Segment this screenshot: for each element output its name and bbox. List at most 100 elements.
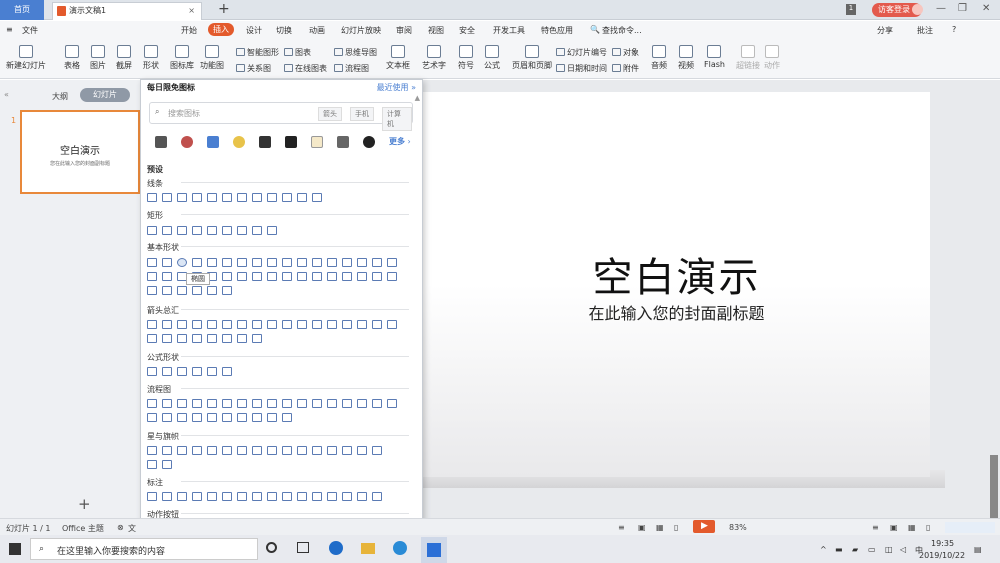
tag-phone[interactable]: 手机 [350,107,374,121]
smart-art-button[interactable]: 智能图形 [236,47,279,58]
shape-row-arrows-1[interactable] [147,320,402,332]
free-icon-1[interactable] [155,136,167,148]
shape-row-basic-1[interactable] [147,258,402,270]
scrollbar[interactable] [990,455,998,518]
formula-button[interactable]: 公式 [484,45,500,71]
tab-home[interactable]: 首页 [0,0,44,20]
tag-computer[interactable]: 计算机 [382,107,412,131]
shape-row-formula[interactable] [147,367,237,379]
symbol-button[interactable]: 符号 [458,45,474,71]
menu-view[interactable]: 视图 [428,25,444,36]
relation-button[interactable]: 关系图 [236,63,271,74]
recent-link[interactable]: 最近使用 » [377,82,416,93]
textbox-button[interactable]: 文本框 [386,45,410,71]
table-button[interactable]: 表格 [64,45,80,71]
menu-start[interactable]: 开始 [181,25,197,36]
action-button[interactable]: 动作 [764,45,780,71]
tray-arrow-icon[interactable]: ^ [820,545,827,554]
reading-view-icon[interactable]: ▯ [674,523,678,532]
screenshot-button[interactable]: 截屏 [116,45,132,71]
close-icon[interactable]: × [188,3,195,19]
header-footer-button[interactable]: 页眉和页脚 [512,45,552,71]
shape-row-rect[interactable] [147,226,282,238]
shape-button[interactable]: 形状 [143,45,159,71]
collapse-icon[interactable]: « [4,90,9,99]
slide-number-button[interactable]: 幻灯片编号 [556,47,607,58]
panel-scroll-icon[interactable]: ▲ [415,94,420,102]
bulb-icon[interactable] [233,136,245,148]
menu-insert[interactable]: 插入 [208,23,234,36]
datetime-button[interactable]: 日期和时间 [556,63,607,74]
anvil-icon[interactable] [285,136,297,148]
notes-icon[interactable]: ≡ [618,523,625,532]
minimize-icon[interactable]: — [936,3,946,14]
slide-thumbnail[interactable]: 空白演示 您在此输入您的封面副标题 [20,110,140,194]
hyperlink-button[interactable]: 超链接 [736,45,760,71]
object-button[interactable]: 对象 [612,47,639,58]
maximize-icon[interactable]: ❐ [958,3,967,14]
sorter-view-icon-2[interactable]: ▦ [908,523,916,532]
sorter-view-icon[interactable]: ▦ [656,523,664,532]
icon-library-button[interactable]: 图标库 [170,45,194,71]
command-search[interactable]: 查找命令... [602,25,642,36]
flag-icon[interactable] [207,136,219,148]
taskbar-search[interactable]: ⌕ 在这里输入你要搜索的内容 [30,538,258,560]
new-tab-button[interactable]: + [218,1,230,17]
audio-button[interactable]: 音频 [651,45,667,71]
tag-arrow[interactable]: 箭头 [318,107,342,121]
shape-row-callouts[interactable] [147,492,387,504]
video-button[interactable]: 视频 [678,45,694,71]
slide-title[interactable]: 空白演示 [423,245,930,303]
menu-slideshow[interactable]: 幻灯片放映 [341,25,381,36]
shape-row-lines[interactable] [147,193,327,205]
wordart-button[interactable]: 艺术字 [422,45,446,71]
shape-row-stars-1[interactable] [147,446,387,458]
shape-row-stars-2[interactable] [147,460,177,472]
cortana-icon[interactable] [266,542,277,553]
normal-view-icon[interactable]: ▣ [638,523,646,532]
share-button[interactable]: 分享 [877,25,893,36]
menu-features[interactable]: 特色应用 [541,25,573,36]
tray-icon-2[interactable]: ▰ [852,545,858,554]
help-icon[interactable]: ? [952,25,956,34]
more-link[interactable]: 更多 › [389,136,419,148]
shape-row-flow-1[interactable] [147,399,402,411]
pie-icon[interactable] [181,136,193,148]
mindmap-button[interactable]: 思维导图 [334,47,377,58]
wps-taskbar-item[interactable] [421,537,447,563]
edge-icon[interactable] [329,541,343,555]
icon-search-input[interactable]: ⌕ 搜索图标 箭头 手机 计算机 [149,102,413,131]
menu-design[interactable]: 设计 [246,25,262,36]
shape-row-flow-2[interactable] [147,413,297,425]
menu-review[interactable]: 审阅 [396,25,412,36]
windows-start-icon[interactable] [9,543,21,555]
slideshow-play-button[interactable]: ▶ [693,520,715,533]
menu-animation[interactable]: 动画 [309,25,325,36]
slides-tab[interactable]: 幻灯片 [80,88,130,102]
ie-icon[interactable] [393,541,407,555]
notification-icon[interactable]: ▤ [974,545,982,554]
menu-devtools[interactable]: 开发工具 [493,25,525,36]
normal-view-icon-2[interactable]: ▣ [890,523,898,532]
explorer-icon[interactable] [361,543,375,554]
add-slide-button[interactable]: + [78,495,91,513]
comment-button[interactable]: 批注 [917,25,933,36]
ime-toolbar[interactable] [945,522,995,533]
reading-view-icon-2[interactable]: ▯ [926,523,930,532]
doc-check-icon[interactable]: ⊗ [117,523,124,532]
picture-button[interactable]: 图片 [90,45,106,71]
flow-button[interactable]: 流程图 [334,63,369,74]
close-window-icon[interactable]: ✕ [982,3,990,14]
flash-button[interactable]: Flash [704,45,725,69]
paper-icon[interactable] [311,136,323,148]
tray-icon-1[interactable]: ▬ [835,545,843,554]
shape-row-arrows-2[interactable] [147,334,267,346]
outline-tab[interactable]: 大纲 [52,91,68,102]
attachment-button[interactable]: 附件 [612,63,639,74]
network-icon[interactable]: ◫ [885,545,893,554]
tray-icon-3[interactable]: ▭ [868,545,876,554]
users-icon[interactable] [363,136,375,148]
doc-check-label[interactable]: 文 [128,523,136,534]
volume-icon[interactable]: ◁ [900,545,906,554]
menu-security[interactable]: 安全 [459,25,475,36]
